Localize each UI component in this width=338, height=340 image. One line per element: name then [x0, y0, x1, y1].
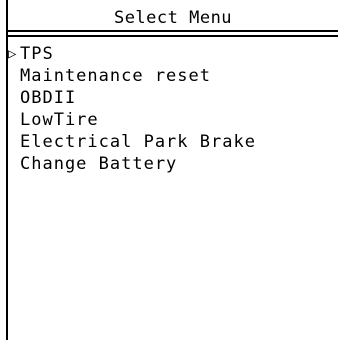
page-title: Select Menu	[113, 8, 233, 28]
select-menu-screen: Select Menu ▷ TPS Maintenance reset OBDI…	[0, 0, 338, 340]
menu-item-tps[interactable]: ▷ TPS	[8, 43, 336, 65]
selection-cursor-icon: ▷	[8, 46, 18, 62]
menu-item-maintenance-reset[interactable]: Maintenance reset	[8, 65, 336, 87]
menu-list: ▷ TPS Maintenance reset OBDII LowTire El…	[8, 43, 336, 175]
menu-header: Select Menu	[8, 0, 338, 38]
menu-item-obdii[interactable]: OBDII	[8, 87, 336, 109]
menu-item-change-battery[interactable]: Change Battery	[8, 153, 336, 175]
menu-item-label: Change Battery	[20, 154, 178, 174]
menu-item-label: Maintenance reset	[20, 66, 211, 86]
menu-item-label: TPS	[20, 44, 54, 64]
title-divider-top	[8, 30, 338, 32]
menu-item-electrical-park-brake[interactable]: Electrical Park Brake	[8, 131, 336, 153]
menu-item-lowtire[interactable]: LowTire	[8, 109, 336, 131]
menu-item-label: OBDII	[20, 88, 77, 108]
menu-item-label: LowTire	[20, 110, 99, 130]
title-divider-bottom	[8, 35, 338, 37]
menu-item-label: Electrical Park Brake	[20, 132, 256, 152]
